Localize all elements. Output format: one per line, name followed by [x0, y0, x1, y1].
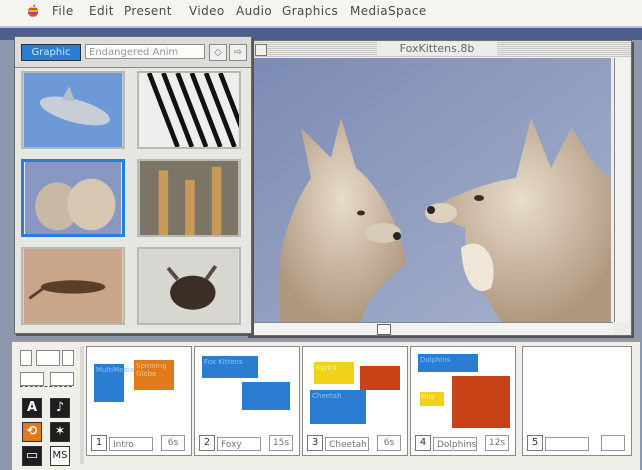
fox-kittens-image	[251, 58, 611, 322]
menu-file[interactable]: File	[52, 4, 74, 18]
scene-number: 1	[91, 435, 107, 451]
search-input[interactable]: Endangered Anim	[85, 44, 205, 59]
arrow-right-icon[interactable]: ⇨	[229, 44, 247, 61]
scene-canvas	[526, 350, 624, 430]
scene-name-field[interactable]: Cheetah	[325, 437, 369, 451]
arrow-style-tool[interactable]	[50, 372, 74, 386]
menu-present[interactable]: Present	[124, 4, 172, 18]
scene-shape	[242, 382, 290, 410]
scene-duration-field[interactable]: 12s	[485, 435, 509, 451]
rotate-tool-icon[interactable]: ⟲	[22, 422, 42, 442]
mediaspace-tool-button[interactable]: MS	[50, 446, 70, 466]
thumbnail-zebra[interactable]	[137, 71, 241, 149]
line-style-tool[interactable]	[20, 372, 44, 386]
scene-shape: Spinning Globe	[134, 360, 174, 390]
main-window: FoxKittens.8b	[246, 40, 632, 336]
scene-shape	[360, 366, 400, 390]
scene-number: 5	[527, 435, 543, 451]
scene-shape: Fox Kittens	[202, 356, 258, 378]
scene-card[interactable]: Sprint Cheetah 3 Cheetah 6s	[302, 346, 408, 456]
scene-card[interactable]: Dolphins Fins 4 Dolphins 12s	[410, 346, 516, 456]
scene-card[interactable]: MultiMedia Spinning Globe 1 Intro 6s	[86, 346, 192, 456]
scene-canvas: Sprint Cheetah	[306, 350, 404, 430]
palette-divider	[80, 346, 84, 464]
palette-toggle-left[interactable]	[20, 350, 32, 366]
dash-divider	[20, 386, 72, 393]
scene-name-field[interactable]: Intro	[109, 437, 153, 451]
palette-field[interactable]	[36, 350, 60, 366]
thumbnail-giraffes[interactable]	[137, 159, 241, 237]
menu-audio[interactable]: Audio	[236, 4, 272, 18]
menu-mediaspace[interactable]: MediaSpace	[350, 4, 427, 18]
scene-name-field[interactable]: Foxy	[217, 437, 261, 451]
thumbnail-dolphin[interactable]	[21, 71, 125, 149]
effects-tool-icon[interactable]: ✶	[50, 422, 70, 442]
vertical-scrollbar[interactable]	[614, 58, 629, 322]
scene-number: 2	[199, 435, 215, 451]
scene-canvas: Fox Kittens	[198, 350, 296, 430]
menu-edit[interactable]: Edit	[89, 4, 114, 18]
menu-graphics[interactable]: Graphics	[282, 4, 338, 18]
scene-canvas: MultiMedia Spinning Globe	[90, 350, 188, 430]
music-note-icon[interactable]: ♪	[50, 398, 70, 418]
scene-name-field[interactable]: Dolphins	[433, 437, 477, 451]
scene-number: 4	[415, 435, 431, 451]
scene-shape: MultiMedia	[94, 364, 134, 402]
arrow-left-icon[interactable]: ◇	[209, 44, 227, 61]
scene-number: 3	[307, 435, 323, 451]
scene-duration-field[interactable]	[601, 435, 625, 451]
scene-canvas: Dolphins Fins	[414, 350, 512, 430]
scene-shape	[452, 376, 510, 428]
scene-card[interactable]: 5	[522, 346, 632, 456]
category-dropdown[interactable]: Graphic	[21, 44, 81, 61]
browser-toolbar: Graphic Endangered Anim ◇ ⇨	[15, 37, 251, 68]
scene-duration-field[interactable]: 6s	[161, 435, 185, 451]
scene-shape: Cheetah	[310, 390, 366, 424]
scene-shape: Sprint	[314, 362, 354, 384]
thumbnail-moose[interactable]	[137, 247, 241, 325]
scene-name-field[interactable]	[545, 437, 589, 451]
scene-duration-field[interactable]: 6s	[377, 435, 401, 451]
apple-menu-icon[interactable]	[26, 4, 40, 18]
horizontal-scrollbar[interactable]	[251, 322, 613, 335]
scene-card[interactable]: Fox Kittens 2 Foxy 15s	[194, 346, 300, 456]
media-browser-window: Graphic Endangered Anim ◇ ⇨	[14, 36, 252, 334]
menu-video[interactable]: Video	[189, 4, 225, 18]
scene-shape: Dolphins	[418, 354, 478, 372]
window-titlebar[interactable]: FoxKittens.8b	[247, 41, 631, 57]
scroll-thumb[interactable]	[377, 324, 391, 335]
close-box[interactable]	[255, 44, 267, 56]
thumbnail-cheetah[interactable]	[21, 247, 125, 325]
thumbnail-fox-kittens[interactable]	[21, 159, 125, 237]
scene-duration-field[interactable]: 15s	[269, 435, 293, 451]
menu-bar: File Edit Present Video Audio Graphics M…	[0, 0, 642, 28]
text-tool-icon[interactable]: A	[22, 398, 42, 418]
palette-toggle-right[interactable]	[62, 350, 74, 366]
scene-shape: Fins	[420, 392, 444, 406]
screen-tool-icon[interactable]: ▭	[22, 446, 42, 466]
window-title: FoxKittens.8b	[377, 42, 497, 55]
